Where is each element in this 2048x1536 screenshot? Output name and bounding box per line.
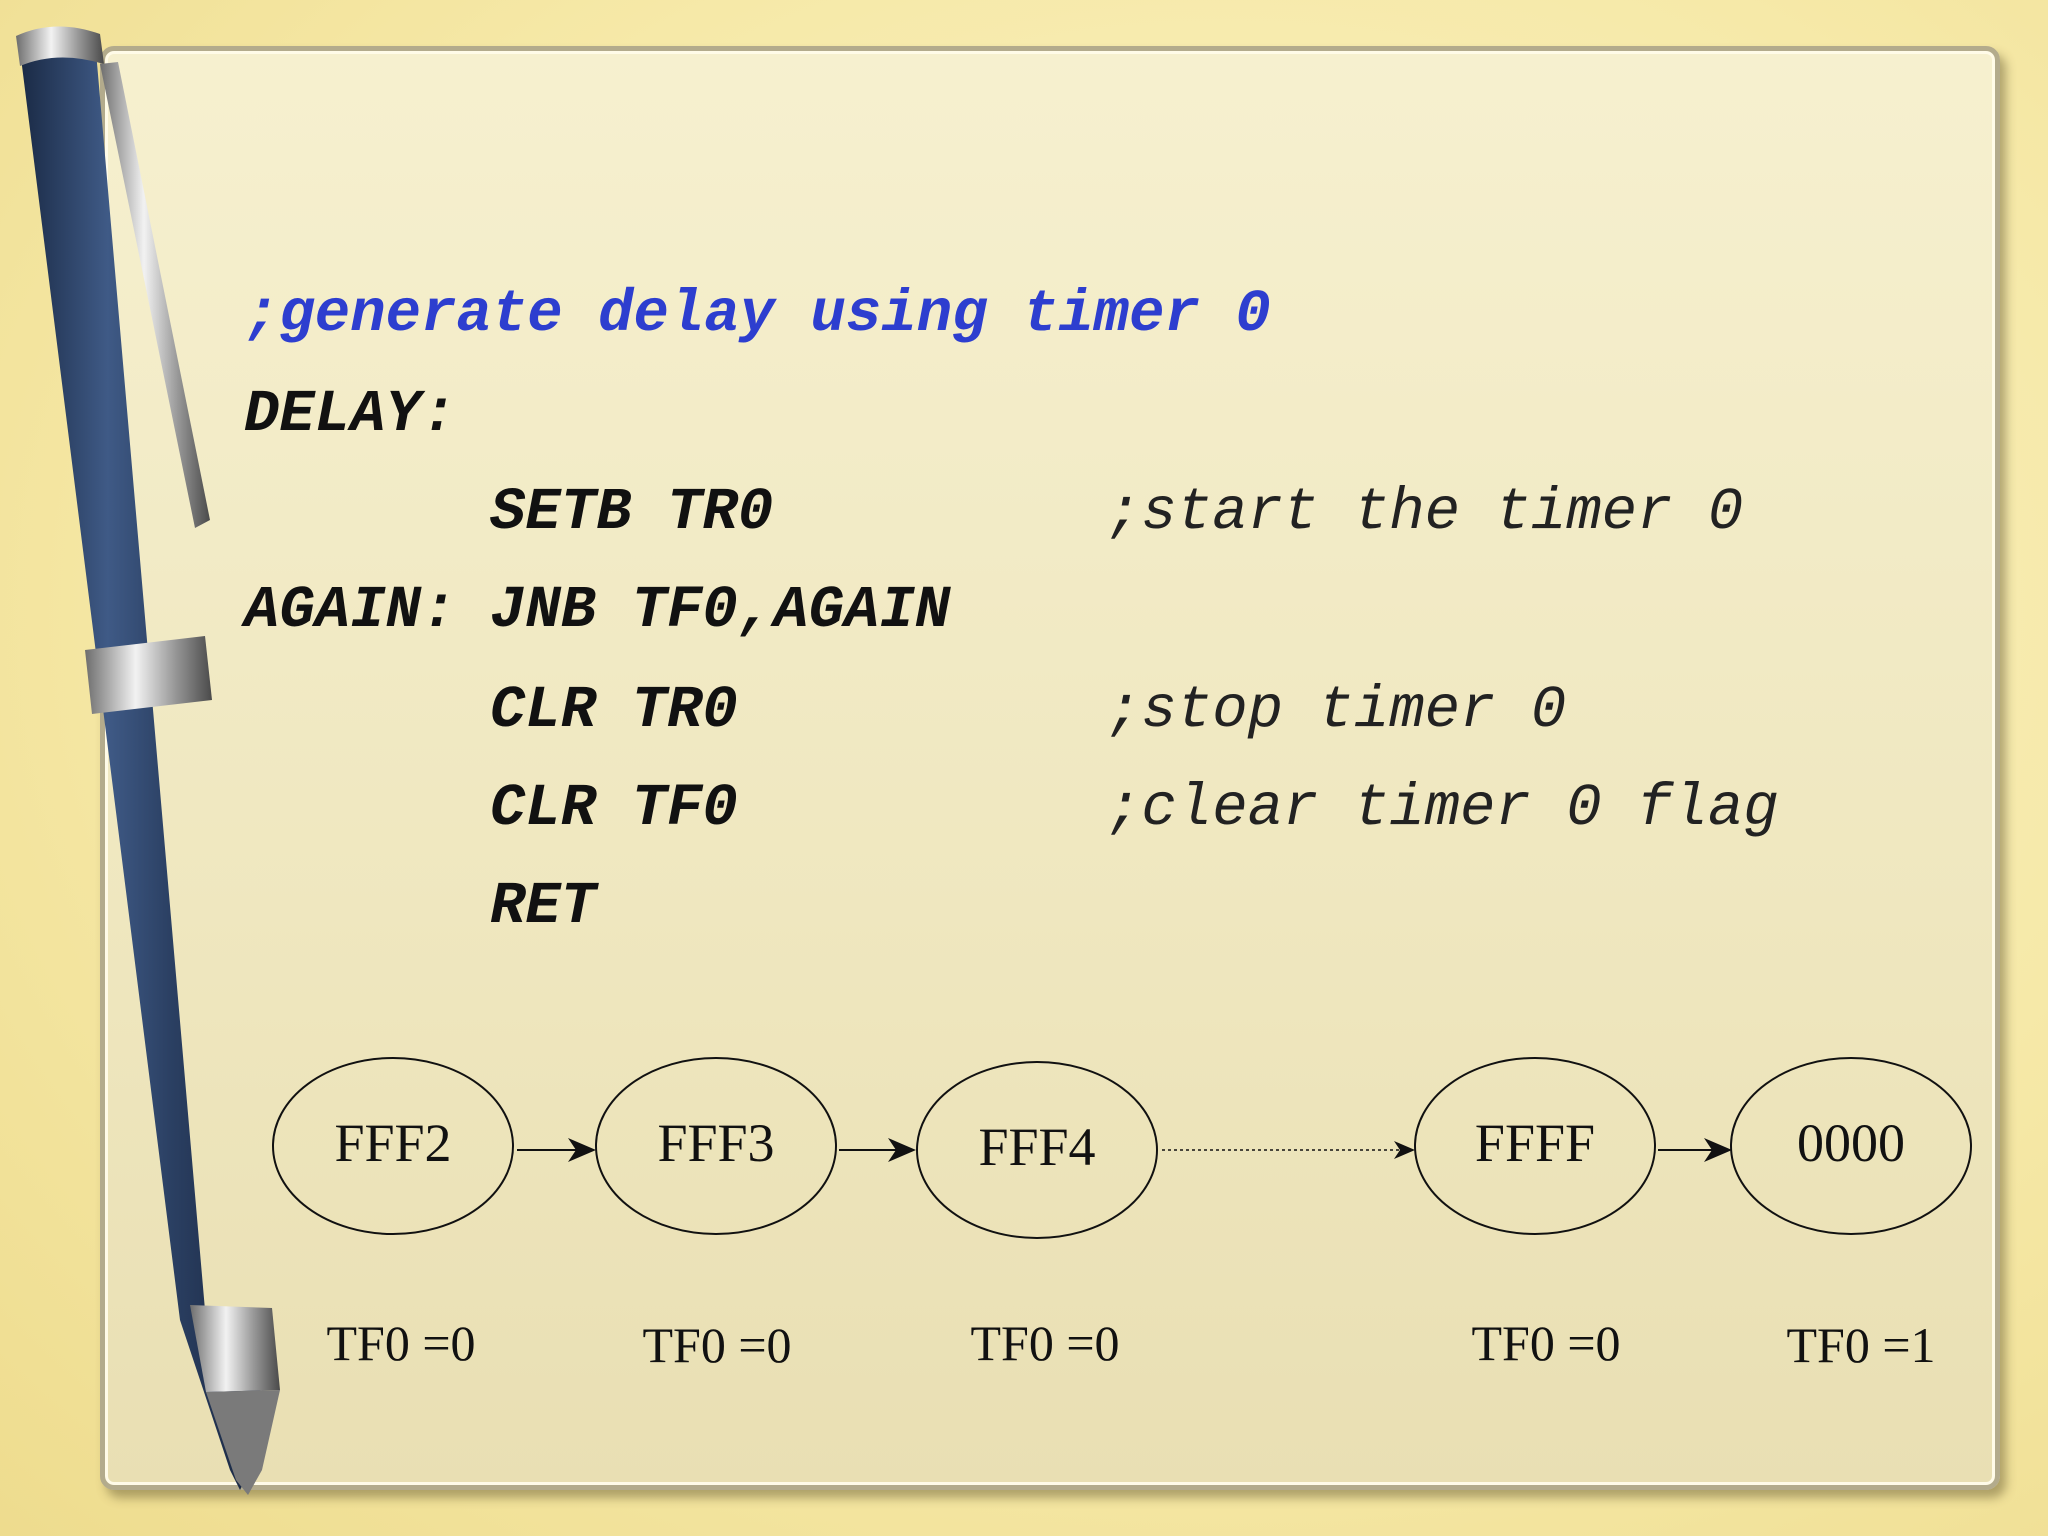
flag-label-fff2: TF0 =0 xyxy=(326,1315,476,1371)
flag-label-fff3: TF0 =0 xyxy=(642,1317,792,1373)
state-label-fff3: FFF3 xyxy=(657,1113,775,1173)
timer-state-diagram xyxy=(272,1057,1972,1239)
state-label-fff4: FFF4 xyxy=(978,1117,1096,1177)
flag-label-0000: TF0 =1 xyxy=(1786,1317,1936,1373)
state-label-0000: 0000 xyxy=(1797,1113,1905,1173)
state-label-ffff: FFFF xyxy=(1474,1113,1596,1173)
flag-label-fff4: TF0 =0 xyxy=(970,1315,1120,1371)
flag-label-ffff: TF0 =0 xyxy=(1471,1315,1621,1371)
state-label-fff2: FFF2 xyxy=(334,1113,452,1173)
